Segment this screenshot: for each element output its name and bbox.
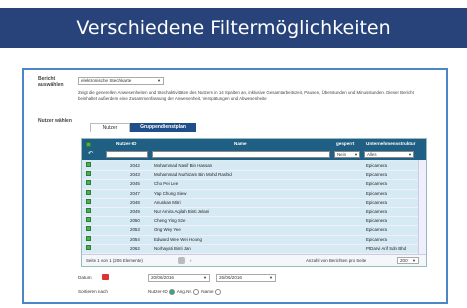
- chevron-right-icon[interactable]: ›: [190, 255, 191, 266]
- cell-id: 2042: [130, 163, 140, 168]
- cell-id: 2043: [130, 172, 140, 178]
- sort-option-name: Name: [201, 289, 214, 295]
- tab-group-roster[interactable]: Gruppendienstplan: [130, 123, 196, 132]
- cell-name: Mohammad Nasif Bin Hassan: [154, 163, 213, 168]
- per-page-select[interactable]: 200 ▼: [397, 257, 419, 264]
- grid-filter-row: ↶ Nein ▼ Alles ▼: [82, 149, 426, 160]
- cell-struct: Epicamera: [366, 190, 387, 196]
- sort-options: Nutzer-ID Ang.Nr. Name: [148, 289, 222, 295]
- cell-struct: Epicamera: [366, 236, 387, 242]
- grid-rows: 2042 Mohammad Nasif Bin Hassan Epicamera 2…: [82, 162, 420, 254]
- table-row[interactable]: 2050 Cheng Ying Sze Epicamera: [82, 217, 420, 227]
- cell-struct: Epicamera: [366, 163, 387, 168]
- date-from-input[interactable]: 20/06/2016 ▼: [148, 274, 210, 282]
- cell-struct: Epicamera: [366, 181, 387, 187]
- grid-header: Nutzer-ID Name gesperrt Unternehmensstru…: [82, 139, 426, 149]
- filter-name[interactable]: [152, 151, 330, 158]
- col-user-id[interactable]: Nutzer-ID: [116, 139, 136, 149]
- cell-id: 2045: [130, 181, 140, 187]
- cell-name: Ong Wey Yee: [154, 227, 181, 233]
- cell-id: 2049: [130, 208, 140, 214]
- col-locked[interactable]: gesperrt: [336, 139, 354, 149]
- sort-label: Sortieren nach: [78, 289, 108, 294]
- radio-ang-nr[interactable]: [193, 289, 200, 295]
- date-from-value: 20/06/2016: [151, 275, 174, 280]
- grid-scrollbar[interactable]: [418, 160, 426, 256]
- chevron-down-icon: ▼: [408, 152, 412, 157]
- table-row[interactable]: 2062 Norhayati Binti Jan PtDarvi Arif Sdn …: [82, 244, 420, 254]
- cell-id: 2048: [130, 199, 140, 205]
- cell-name: Yap Chung Siew: [154, 190, 187, 196]
- cell-id: 2050: [130, 218, 140, 224]
- chevron-down-icon: ▼: [157, 78, 161, 83]
- users-label: Nutzer wählen: [38, 118, 72, 124]
- cell-id: 2062: [130, 245, 140, 251]
- banner-title: Verschiedene Filtermöglichkeiten: [0, 8, 467, 48]
- cell-struct: Epicamera: [366, 208, 387, 214]
- chevron-down-icon: ▼: [203, 275, 207, 280]
- table-row[interactable]: 2042 Mohammad Nasif Bin Hassan Epicamera: [82, 162, 420, 172]
- radio-name[interactable]: [214, 289, 221, 295]
- cell-name: Norhayati Binti Jan: [154, 245, 191, 251]
- filter-structure-value: Alles: [367, 152, 377, 157]
- report-label: Bericht auswählen: [38, 76, 64, 88]
- calendar-icon[interactable]: [102, 274, 109, 280]
- table-row[interactable]: 2053 Ong Wey Yee Epicamera: [82, 226, 420, 236]
- report-select-value: elektronische Stechkarte: [81, 78, 132, 83]
- page-button[interactable]: [178, 257, 185, 264]
- radio-user-id[interactable]: [168, 289, 175, 295]
- table-row[interactable]: 2048 Anuskan Mitri Epicamera: [82, 198, 420, 208]
- sort-option-ang-nr: Ang.Nr.: [176, 289, 193, 295]
- cell-name: Mohammad Nurhizam Bin Mohd Rashid: [154, 172, 232, 178]
- tab-users[interactable]: Nutzer: [90, 123, 130, 132]
- table-row[interactable]: 2054 Edward Wee Wei Hoong Epicamera: [82, 235, 420, 245]
- report-description: Zeigt die generellen Anwesenheiten und S…: [78, 90, 414, 101]
- table-row[interactable]: 2047 Yap Chung Siew Epicamera: [82, 189, 420, 199]
- table-row[interactable]: 2043 Mohammad Nurhizam Bin Mohd Rashid Epi…: [82, 171, 420, 181]
- pager-info: Seite 1 von 1 (206 Elemente): [86, 258, 143, 263]
- cell-struct: Epicamera: [366, 218, 387, 224]
- cell-id: 2053: [130, 227, 140, 233]
- cell-struct: PtDarvi Arif Sdn Bhd: [366, 245, 407, 251]
- chevron-down-icon: ▼: [354, 152, 358, 157]
- col-name[interactable]: Name: [234, 139, 247, 149]
- slide: Verschiedene Filtermöglichkeiten Bericht…: [0, 0, 467, 308]
- filter-locked[interactable]: Nein ▼: [334, 151, 360, 158]
- chevron-down-icon: ▼: [412, 258, 416, 263]
- cell-name: Cho Pei Lee: [154, 181, 179, 187]
- col-structure[interactable]: Unternehmensstruktur: [366, 139, 416, 149]
- cell-struct: Epicamera: [366, 199, 387, 205]
- date-to-value: 26/06/2016: [219, 275, 242, 280]
- table-row[interactable]: 2045 Cho Pei Lee Epicamera: [82, 180, 420, 190]
- cell-name: Anuskan Mitri: [154, 199, 181, 205]
- cell-struct: Epicamera: [366, 172, 387, 178]
- report-select[interactable]: elektronische Stechkarte ▼: [78, 77, 164, 85]
- per-page-label: Anzahl von Berichten pro Seite: [306, 258, 367, 263]
- cell-name: Nur Amira Aqilah Binti Jelani: [154, 208, 210, 214]
- date-to-input[interactable]: 26/06/2016 ▼: [216, 274, 276, 282]
- filter-locked-value: Nein: [337, 152, 347, 157]
- per-page-value: 200: [400, 258, 408, 263]
- sort-option-user-id: Nutzer-ID: [148, 289, 168, 295]
- cell-id: 2047: [130, 190, 140, 196]
- filter-structure[interactable]: Alles ▼: [364, 151, 414, 158]
- cell-name: Edward Wee Wei Hoong: [154, 236, 202, 242]
- cell-name: Cheng Ying Sze: [154, 218, 186, 224]
- grid-footer: Seite 1 von 1 (206 Elemente) › Anzahl vo…: [82, 254, 426, 266]
- users-grid: Nutzer-ID Name gesperrt Unternehmensstru…: [81, 138, 427, 267]
- cell-id: 2054: [130, 236, 140, 242]
- filter-user-id[interactable]: [106, 151, 148, 158]
- cell-struct: Epicamera: [366, 227, 387, 233]
- date-label: Datum: [78, 275, 92, 280]
- chevron-down-icon: ▼: [269, 275, 273, 280]
- table-row[interactable]: 2049 Nur Amira Aqilah Binti Jelani Epicame…: [82, 207, 420, 218]
- app-window: Bericht auswählen elektronische Stechkar…: [22, 68, 448, 304]
- reset-filter-icon[interactable]: ↶: [88, 150, 93, 157]
